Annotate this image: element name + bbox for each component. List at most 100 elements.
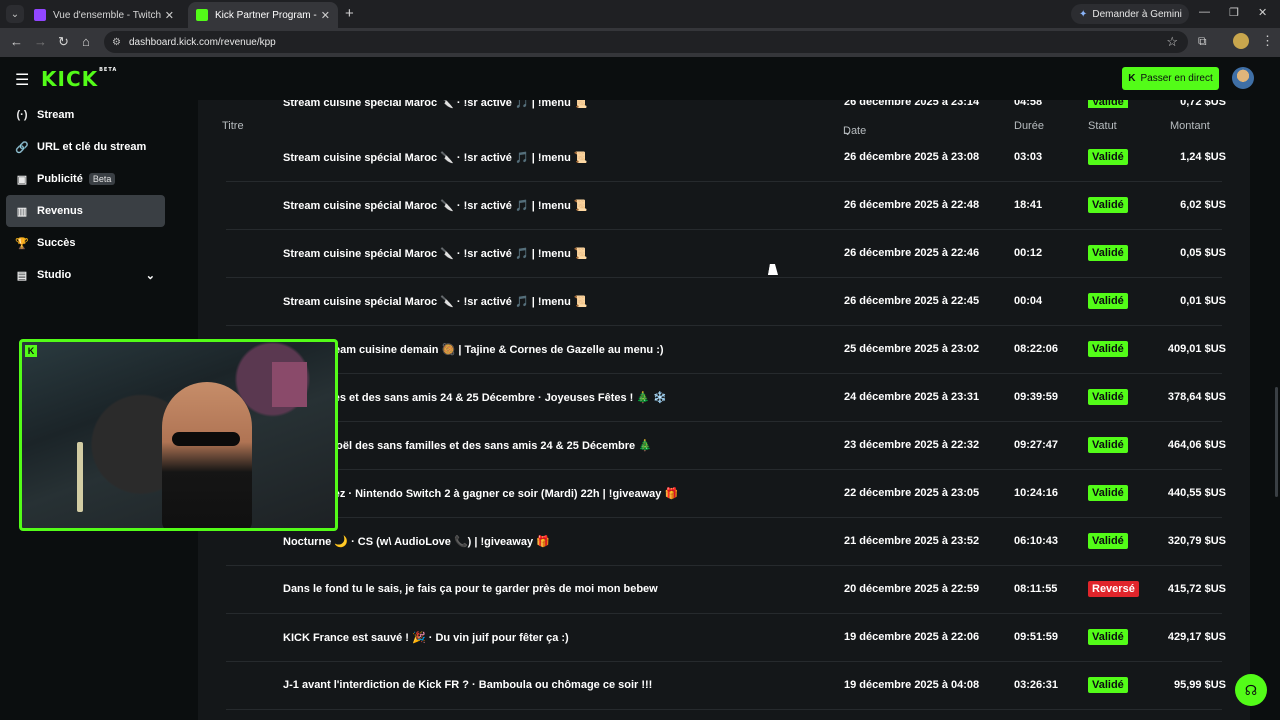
row-amount: 429,17 $US <box>1167 631 1226 643</box>
sidebar-item-studio[interactable]: ▤ Studio ⌄ <box>6 259 165 291</box>
new-tab-button[interactable]: + <box>345 5 354 22</box>
table-row[interactable]: Stream cuisine spécial Maroc 🔪 · !sr act… <box>226 134 1226 182</box>
row-date: 19 décembre 2025 à 04:08 <box>844 679 980 691</box>
table-row[interactable]: Stream cuisine spécial Maroc 🔪 · !sr act… <box>226 230 1226 278</box>
more-menu-icon[interactable]: ⋮ <box>1261 33 1274 49</box>
row-date: 20 décembre 2025 à 22:59 <box>844 583 980 595</box>
sidebar-item-label: Studio <box>37 269 72 281</box>
browser-tab-kick[interactable]: Kick Partner Program - Kick Dashboard ✕ <box>188 2 338 28</box>
mouse-cursor-icon <box>768 264 780 275</box>
bookmark-star-icon[interactable]: ☆ <box>1166 34 1178 50</box>
row-amount: 95,99 $US <box>1174 679 1226 691</box>
row-date: 22 décembre 2025 à 23:05 <box>844 487 980 499</box>
avatar[interactable] <box>1232 67 1254 89</box>
webcam-overlay: K <box>19 339 338 531</box>
sunglasses <box>172 432 240 446</box>
gemini-label: Demander à Gemini <box>1092 8 1182 20</box>
table-row[interactable]: KICK France est sauvé ! 🎉 · Du vin juif … <box>226 614 1226 662</box>
forward-icon[interactable]: → <box>34 34 47 49</box>
url-input[interactable]: ⚙ dashboard.kick.com/revenue/kpp ☆ <box>104 31 1188 53</box>
row-duration: 03:03 <box>1014 151 1043 163</box>
row-duration: 00:04 <box>1014 295 1043 307</box>
row-date: 24 décembre 2025 à 23:31 <box>844 391 980 403</box>
row-duration: 00:12 <box>1014 247 1043 259</box>
row-duration: 09:39:59 <box>1014 391 1059 403</box>
scrollbar-thumb[interactable] <box>1275 387 1278 497</box>
row-amount: 440,55 $US <box>1167 487 1226 499</box>
gemini-button[interactable]: ✦ Demander à Gemini <box>1071 4 1189 24</box>
kick-icon: K <box>25 345 37 357</box>
address-bar: ← → ↻ ⌂ ⚙ dashboard.kick.com/revenue/kpp… <box>0 28 1280 57</box>
row-title[interactable]: Stream cuisine spécial Maroc 🔪 · !sr act… <box>283 199 588 212</box>
top-bar: ☰ KICKBETA K Passer en direct <box>0 57 1280 100</box>
sidebar-item-ads[interactable]: ▣ Publicité Beta <box>6 163 165 195</box>
row-title[interactable]: Stream cuisine spécial Maroc 🔪 · !sr act… <box>283 295 588 308</box>
row-duration: 08:22:06 <box>1014 343 1059 355</box>
row-duration: 04:58 <box>1014 100 1043 108</box>
row-title[interactable]: ël 🎄 · Stream cuisine demain 🥘 | Tajine … <box>283 343 664 356</box>
home-icon[interactable]: ⌂ <box>82 34 90 49</box>
close-icon[interactable]: ✕ <box>165 9 174 22</box>
sidebar-item-label: Succès <box>37 237 76 249</box>
row-title[interactable]: Stream cuisine spécial Maroc 🔪 · !sr act… <box>283 100 588 109</box>
extensions-icon[interactable]: ⧉ <box>1198 34 1207 49</box>
minimize-icon[interactable]: — <box>1199 6 1210 18</box>
table-row[interactable]: Stream cuisine spécial Maroc 🔪 · !sr act… <box>226 278 1226 326</box>
row-amount: 320,79 $US <box>1167 535 1226 547</box>
table-row[interactable]: Fêtes ! · Noël des sans familles et des … <box>226 422 1226 470</box>
back-icon[interactable]: ← <box>10 34 23 49</box>
help-chat-button[interactable]: ☊ <box>1235 674 1267 706</box>
close-icon[interactable]: ✕ <box>321 9 330 22</box>
table-row[interactable]: J-1 avant l'interdiction de Kick FR ? · … <box>226 662 1226 710</box>
status-badge: Validé <box>1088 293 1128 309</box>
tab-search-icon[interactable]: ⌄ <box>6 5 24 23</box>
row-title[interactable]: ans familles et des sans amis 24 & 25 Dé… <box>283 391 667 404</box>
status-badge: Validé <box>1088 149 1128 165</box>
table-row[interactable]: ans familles et des sans amis 24 & 25 Dé… <box>226 374 1226 422</box>
kick-logo[interactable]: KICKBETA <box>41 67 117 91</box>
row-title[interactable]: Nocturne 🌙 · CS (w\ AudioLove 📞) | !give… <box>283 535 550 548</box>
status-badge: Validé <box>1088 197 1128 213</box>
row-title[interactable]: Stream cuisine spécial Maroc 🔪 · !sr act… <box>283 151 588 164</box>
table-row[interactable]: Nocturne 🌙 · CS (w\ AudioLove 📞) | !give… <box>226 518 1226 566</box>
sidebar-item-stream-key[interactable]: 🔗 URL et clé du stream <box>6 131 165 163</box>
revenue-table: Stream cuisine spécial Maroc 🔪 · !sr act… <box>198 100 1250 720</box>
profile-avatar[interactable] <box>1233 33 1249 49</box>
status-badge: Reversé <box>1088 581 1139 597</box>
row-date: 25 décembre 2025 à 23:02 <box>844 343 980 355</box>
row-duration: 06:10:43 <box>1014 535 1059 547</box>
row-title[interactable]: Stream cuisine spécial Maroc 🔪 · !sr act… <box>283 247 588 260</box>
row-date: 23 décembre 2025 à 22:32 <box>844 439 980 451</box>
table-row[interactable]: Stream cuisine spécial Maroc 🔪 · !sr act… <box>226 182 1226 230</box>
row-title[interactable]: Fêtes ! · Noël des sans familles et des … <box>283 439 652 452</box>
trophy-icon: 🏆 <box>15 237 29 250</box>
sidebar-item-stream[interactable]: (·) Stream <box>6 99 165 131</box>
url-text: dashboard.kick.com/revenue/kpp <box>128 36 276 48</box>
status-badge: Validé <box>1088 533 1128 549</box>
table-row[interactable]: Dans le fond tu le sais, je fais ça pour… <box>226 566 1226 614</box>
row-title[interactable]: Oé mon nez · Nintendo Switch 2 à gagner … <box>283 487 678 500</box>
sidebar-item-achievements[interactable]: 🏆 Succès <box>6 227 165 259</box>
sidebar-item-revenue[interactable]: ▥ Revenus <box>6 195 165 227</box>
table-row[interactable]: ël 🎄 · Stream cuisine demain 🥘 | Tajine … <box>226 326 1226 374</box>
col-title: Titre <box>222 120 244 132</box>
row-title[interactable]: Dans le fond tu le sais, je fais ça pour… <box>283 583 658 595</box>
chevron-down-icon[interactable]: ⌄ <box>146 269 155 282</box>
browser-tab-bar: ⌄ Vue d'ensemble - Twitch ✕ Kick Partner… <box>0 0 1280 28</box>
sidebar-item-label: Publicité <box>37 173 83 185</box>
browser-tab-twitch[interactable]: Vue d'ensemble - Twitch ✕ <box>26 2 182 28</box>
menu-icon[interactable]: ☰ <box>15 70 29 90</box>
row-duration: 18:41 <box>1014 199 1043 211</box>
status-badge: Validé <box>1088 677 1128 693</box>
go-live-label: Passer en direct <box>1140 73 1213 84</box>
reload-icon[interactable]: ↻ <box>58 34 69 50</box>
row-title[interactable]: J-1 avant l'interdiction de Kick FR ? · … <box>283 679 652 691</box>
window-close-icon[interactable]: ✕ <box>1258 6 1267 19</box>
row-title[interactable]: KICK France est sauvé ! 🎉 · Du vin juif … <box>283 631 569 644</box>
gemini-icon: ✦ <box>1079 8 1088 20</box>
restore-icon[interactable]: ❐ <box>1229 6 1239 19</box>
site-info-icon[interactable]: ⚙ <box>112 37 121 48</box>
sidebar-item-label: URL et clé du stream <box>37 141 147 153</box>
table-row[interactable]: Oé mon nez · Nintendo Switch 2 à gagner … <box>226 470 1226 518</box>
go-live-button[interactable]: K Passer en direct <box>1122 67 1219 90</box>
